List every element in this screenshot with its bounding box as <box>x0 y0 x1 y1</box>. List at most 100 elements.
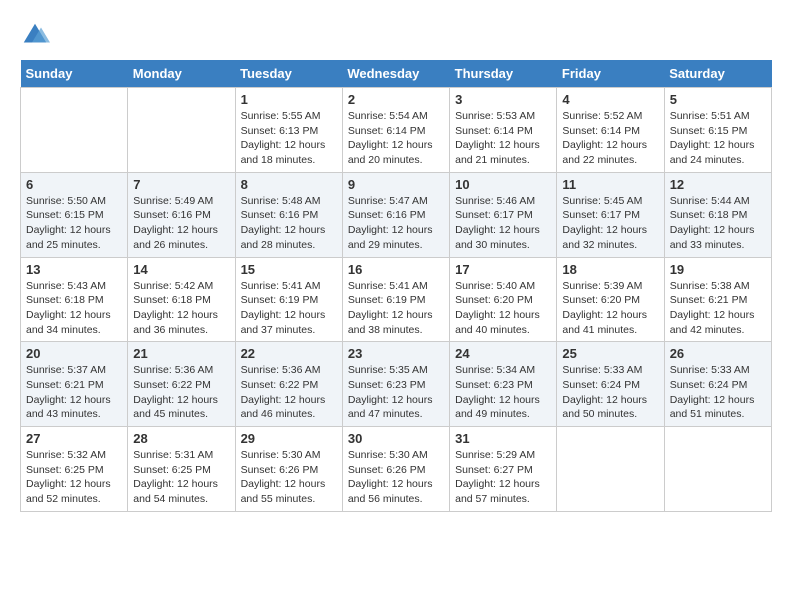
day-info: Sunrise: 5:55 AM Sunset: 6:13 PM Dayligh… <box>241 109 337 168</box>
calendar-cell <box>664 427 771 512</box>
calendar-week-row: 20 Sunrise: 5:37 AM Sunset: 6:21 PM Dayli… <box>21 342 772 427</box>
calendar-cell: 4 Sunrise: 5:52 AM Sunset: 6:14 PM Daylig… <box>557 88 664 173</box>
day-number: 2 <box>348 92 444 107</box>
day-info: Sunrise: 5:51 AM Sunset: 6:15 PM Dayligh… <box>670 109 766 168</box>
day-info: Sunrise: 5:45 AM Sunset: 6:17 PM Dayligh… <box>562 194 658 253</box>
day-number: 11 <box>562 177 658 192</box>
calendar-cell: 5 Sunrise: 5:51 AM Sunset: 6:15 PM Daylig… <box>664 88 771 173</box>
day-info: Sunrise: 5:44 AM Sunset: 6:18 PM Dayligh… <box>670 194 766 253</box>
day-number: 8 <box>241 177 337 192</box>
weekday-header: Saturday <box>664 60 771 88</box>
day-info: Sunrise: 5:52 AM Sunset: 6:14 PM Dayligh… <box>562 109 658 168</box>
day-info: Sunrise: 5:41 AM Sunset: 6:19 PM Dayligh… <box>241 279 337 338</box>
calendar-cell: 14Sunrise: 5:42 AM Sunset: 6:18 PM Dayli… <box>128 257 235 342</box>
day-number: 18 <box>562 262 658 277</box>
day-number: 19 <box>670 262 766 277</box>
calendar-cell: 15Sunrise: 5:41 AM Sunset: 6:19 PM Dayli… <box>235 257 342 342</box>
day-info: Sunrise: 5:48 AM Sunset: 6:16 PM Dayligh… <box>241 194 337 253</box>
weekday-header: Tuesday <box>235 60 342 88</box>
day-number: 31 <box>455 431 551 446</box>
day-info: Sunrise: 5:30 AM Sunset: 6:26 PM Dayligh… <box>348 448 444 507</box>
day-info: Sunrise: 5:42 AM Sunset: 6:18 PM Dayligh… <box>133 279 229 338</box>
day-info: Sunrise: 5:50 AM Sunset: 6:15 PM Dayligh… <box>26 194 122 253</box>
calendar-week-row: 1 Sunrise: 5:55 AM Sunset: 6:13 PM Daylig… <box>21 88 772 173</box>
day-info: Sunrise: 5:46 AM Sunset: 6:17 PM Dayligh… <box>455 194 551 253</box>
calendar-cell: 27Sunrise: 5:32 AM Sunset: 6:25 PM Dayli… <box>21 427 128 512</box>
calendar-cell: 28 Sunrise: 5:31 AM Sunset: 6:25 PM Dayli… <box>128 427 235 512</box>
day-info: Sunrise: 5:47 AM Sunset: 6:16 PM Dayligh… <box>348 194 444 253</box>
day-number: 23 <box>348 346 444 361</box>
weekday-header: Monday <box>128 60 235 88</box>
day-info: Sunrise: 5:38 AM Sunset: 6:21 PM Dayligh… <box>670 279 766 338</box>
calendar-cell: 6 Sunrise: 5:50 AM Sunset: 6:15 PM Daylig… <box>21 172 128 257</box>
calendar-cell: 18 Sunrise: 5:39 AM Sunset: 6:20 PM Dayli… <box>557 257 664 342</box>
calendar-cell: 23Sunrise: 5:35 AM Sunset: 6:23 PM Dayli… <box>342 342 449 427</box>
day-info: Sunrise: 5:39 AM Sunset: 6:20 PM Dayligh… <box>562 279 658 338</box>
calendar-cell: 17 Sunrise: 5:40 AM Sunset: 6:20 PM Dayli… <box>450 257 557 342</box>
day-number: 24 <box>455 346 551 361</box>
calendar-cell: 26Sunrise: 5:33 AM Sunset: 6:24 PM Dayli… <box>664 342 771 427</box>
weekday-header: Friday <box>557 60 664 88</box>
day-number: 25 <box>562 346 658 361</box>
calendar-cell: 9 Sunrise: 5:47 AM Sunset: 6:16 PM Daylig… <box>342 172 449 257</box>
calendar-cell: 12Sunrise: 5:44 AM Sunset: 6:18 PM Dayli… <box>664 172 771 257</box>
day-info: Sunrise: 5:31 AM Sunset: 6:25 PM Dayligh… <box>133 448 229 507</box>
day-info: Sunrise: 5:29 AM Sunset: 6:27 PM Dayligh… <box>455 448 551 507</box>
calendar-table: SundayMondayTuesdayWednesdayThursdayFrid… <box>20 60 772 512</box>
calendar-cell: 2 Sunrise: 5:54 AM Sunset: 6:14 PM Daylig… <box>342 88 449 173</box>
day-number: 27 <box>26 431 122 446</box>
day-info: Sunrise: 5:36 AM Sunset: 6:22 PM Dayligh… <box>133 363 229 422</box>
day-number: 28 <box>133 431 229 446</box>
calendar-cell <box>128 88 235 173</box>
calendar-cell <box>21 88 128 173</box>
calendar-cell: 3Sunrise: 5:53 AM Sunset: 6:14 PM Daylig… <box>450 88 557 173</box>
day-number: 7 <box>133 177 229 192</box>
day-info: Sunrise: 5:54 AM Sunset: 6:14 PM Dayligh… <box>348 109 444 168</box>
day-info: Sunrise: 5:53 AM Sunset: 6:14 PM Dayligh… <box>455 109 551 168</box>
day-number: 6 <box>26 177 122 192</box>
calendar-week-row: 27Sunrise: 5:32 AM Sunset: 6:25 PM Dayli… <box>21 427 772 512</box>
calendar-week-row: 13Sunrise: 5:43 AM Sunset: 6:18 PM Dayli… <box>21 257 772 342</box>
day-info: Sunrise: 5:36 AM Sunset: 6:22 PM Dayligh… <box>241 363 337 422</box>
calendar-cell: 19 Sunrise: 5:38 AM Sunset: 6:21 PM Dayli… <box>664 257 771 342</box>
day-number: 22 <box>241 346 337 361</box>
calendar-cell: 10 Sunrise: 5:46 AM Sunset: 6:17 PM Dayli… <box>450 172 557 257</box>
calendar-cell: 25Sunrise: 5:33 AM Sunset: 6:24 PM Dayli… <box>557 342 664 427</box>
day-info: Sunrise: 5:30 AM Sunset: 6:26 PM Dayligh… <box>241 448 337 507</box>
day-number: 4 <box>562 92 658 107</box>
calendar-cell: 29 Sunrise: 5:30 AM Sunset: 6:26 PM Dayli… <box>235 427 342 512</box>
calendar-cell: 31 Sunrise: 5:29 AM Sunset: 6:27 PM Dayli… <box>450 427 557 512</box>
day-info: Sunrise: 5:33 AM Sunset: 6:24 PM Dayligh… <box>670 363 766 422</box>
day-number: 10 <box>455 177 551 192</box>
day-number: 5 <box>670 92 766 107</box>
calendar-cell <box>557 427 664 512</box>
day-number: 21 <box>133 346 229 361</box>
calendar-cell: 1 Sunrise: 5:55 AM Sunset: 6:13 PM Daylig… <box>235 88 342 173</box>
calendar-cell: 22 Sunrise: 5:36 AM Sunset: 6:22 PM Dayli… <box>235 342 342 427</box>
calendar-cell: 21 Sunrise: 5:36 AM Sunset: 6:22 PM Dayli… <box>128 342 235 427</box>
day-info: Sunrise: 5:41 AM Sunset: 6:19 PM Dayligh… <box>348 279 444 338</box>
day-number: 30 <box>348 431 444 446</box>
logo <box>20 20 54 50</box>
weekday-header: Sunday <box>21 60 128 88</box>
calendar-cell: 11 Sunrise: 5:45 AM Sunset: 6:17 PM Dayli… <box>557 172 664 257</box>
page-header <box>20 20 772 50</box>
weekday-header: Thursday <box>450 60 557 88</box>
day-info: Sunrise: 5:40 AM Sunset: 6:20 PM Dayligh… <box>455 279 551 338</box>
day-number: 13 <box>26 262 122 277</box>
calendar-cell: 8 Sunrise: 5:48 AM Sunset: 6:16 PM Daylig… <box>235 172 342 257</box>
day-info: Sunrise: 5:37 AM Sunset: 6:21 PM Dayligh… <box>26 363 122 422</box>
day-number: 9 <box>348 177 444 192</box>
calendar-cell: 24Sunrise: 5:34 AM Sunset: 6:23 PM Dayli… <box>450 342 557 427</box>
day-info: Sunrise: 5:49 AM Sunset: 6:16 PM Dayligh… <box>133 194 229 253</box>
day-number: 17 <box>455 262 551 277</box>
calendar-cell: 7 Sunrise: 5:49 AM Sunset: 6:16 PM Daylig… <box>128 172 235 257</box>
weekday-header-row: SundayMondayTuesdayWednesdayThursdayFrid… <box>21 60 772 88</box>
day-number: 16 <box>348 262 444 277</box>
day-number: 29 <box>241 431 337 446</box>
day-number: 20 <box>26 346 122 361</box>
calendar-cell: 16 Sunrise: 5:41 AM Sunset: 6:19 PM Dayli… <box>342 257 449 342</box>
calendar-cell: 13Sunrise: 5:43 AM Sunset: 6:18 PM Dayli… <box>21 257 128 342</box>
day-number: 1 <box>241 92 337 107</box>
calendar-cell: 30 Sunrise: 5:30 AM Sunset: 6:26 PM Dayli… <box>342 427 449 512</box>
